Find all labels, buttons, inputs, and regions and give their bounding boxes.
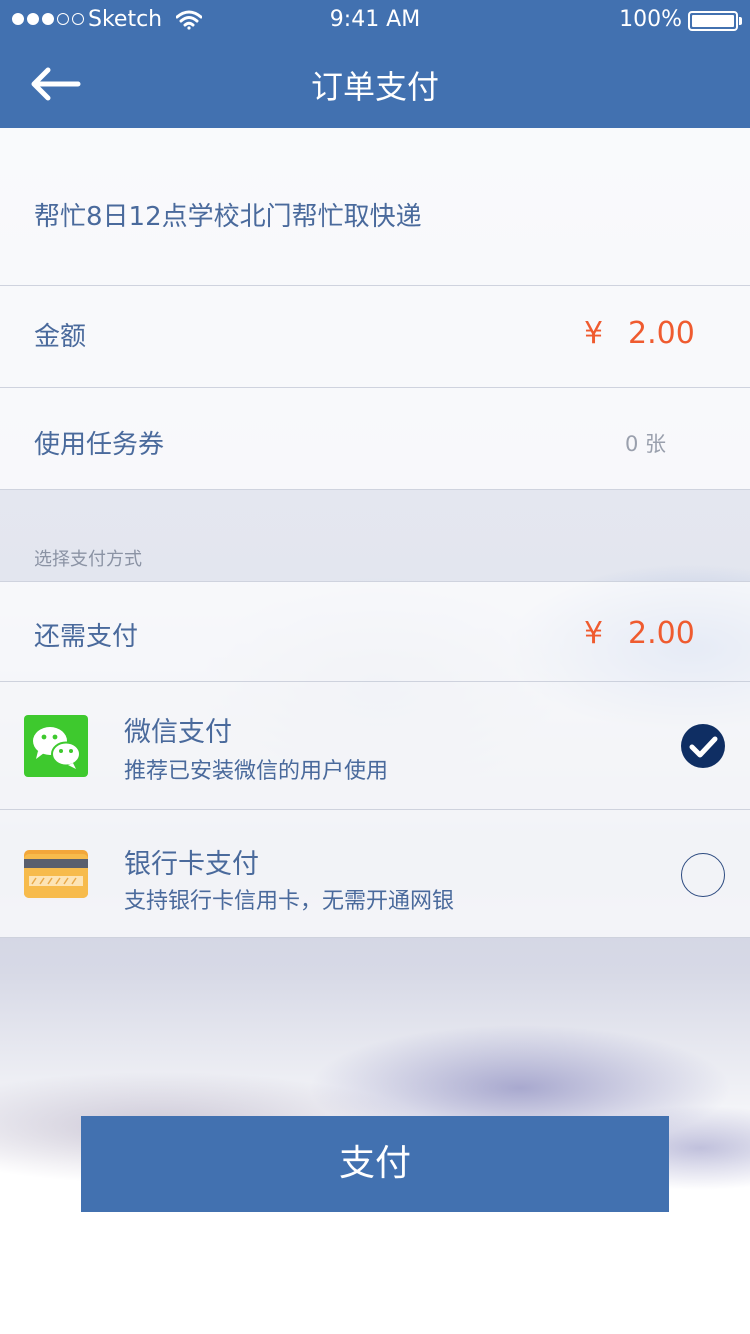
order-description-row: 帮忙8日12点学校北门帮忙取快递 — [0, 128, 750, 286]
payment-method-bank-card[interactable]: 银行卡支付 支持银行卡信用卡，无需开通网银 — [0, 810, 750, 938]
bank-card-icon — [24, 850, 88, 898]
payment-section-label: 选择支付方式 — [34, 549, 142, 570]
pay-button[interactable]: 支付 — [81, 1116, 669, 1212]
wechat-pay-name: 微信支付 — [124, 717, 232, 748]
bank-card-radio-icon[interactable] — [681, 853, 725, 897]
wechat-icon — [24, 715, 88, 777]
checkmark-icon — [689, 736, 718, 758]
remaining-currency: ¥ — [584, 616, 604, 651]
coupon-row[interactable]: 使用任务券 0 张 — [0, 388, 750, 490]
amount-label: 金额 — [34, 322, 87, 352]
wechat-selected-check-icon[interactable] — [681, 724, 725, 768]
payment-method-wechat[interactable]: 微信支付 推荐已安装微信的用户使用 — [0, 682, 750, 810]
order-description: 帮忙8日12点学校北门帮忙取快递 — [34, 202, 422, 232]
bank-card-pay-name: 银行卡支付 — [124, 849, 259, 880]
wechat-pay-desc: 推荐已安装微信的用户使用 — [124, 759, 389, 784]
status-bar: Sketch 9:41 AM 100% — [0, 0, 750, 40]
battery-percentage: 100% — [619, 7, 682, 32]
amount-currency: ¥ — [584, 316, 604, 351]
amount-row: 金额 ¥ 2.00 — [0, 286, 750, 388]
amount-value: 2.00 — [628, 316, 695, 351]
page-title: 订单支付 — [310, 68, 439, 106]
top-bar: Sketch 9:41 AM 100% 订单支付 — [0, 0, 750, 128]
remaining-value: 2.00 — [628, 616, 695, 651]
battery-tip — [739, 17, 742, 25]
remaining-row: 还需支付 ¥ 2.00 — [0, 581, 750, 682]
bank-card-pay-desc: 支持银行卡信用卡，无需开通网银 — [124, 889, 455, 914]
battery-icon — [688, 11, 738, 31]
coupon-count: 0 张 — [625, 432, 667, 456]
remaining-label: 还需支付 — [34, 622, 139, 652]
coupon-label: 使用任务券 — [34, 430, 165, 460]
